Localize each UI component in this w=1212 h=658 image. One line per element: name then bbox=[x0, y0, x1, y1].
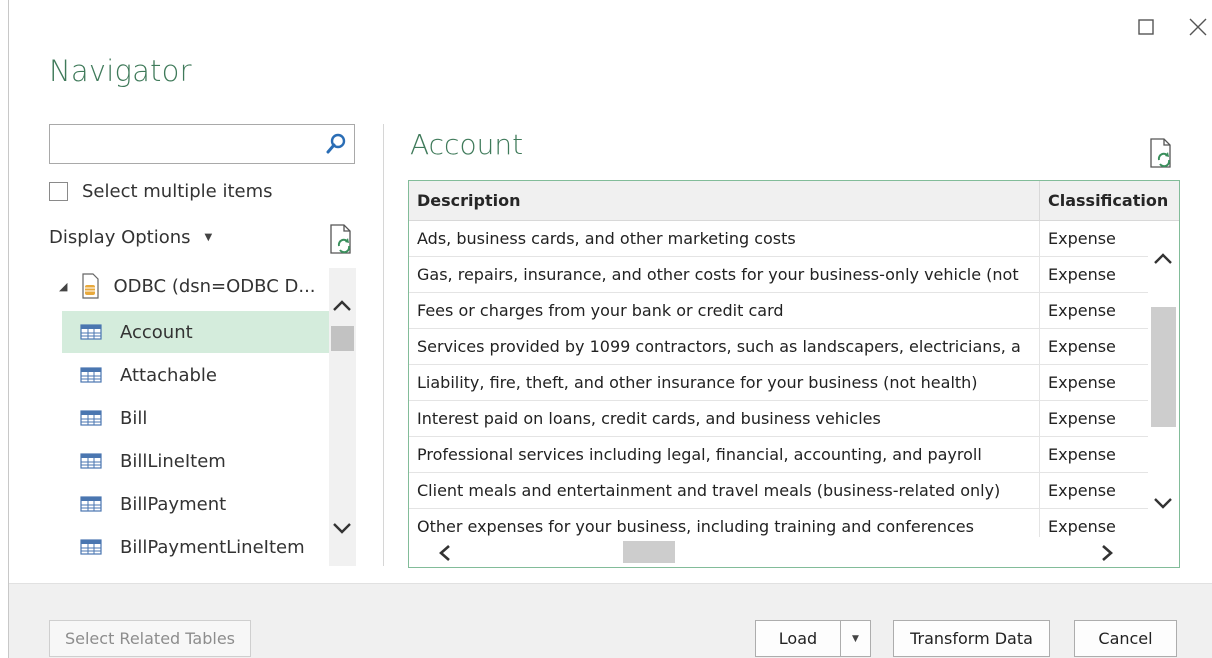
grid-vertical-scrollbar[interactable] bbox=[1148, 221, 1179, 537]
tree-item-billpaymentlineitem[interactable]: BillPaymentLineItem bbox=[62, 526, 329, 566]
grid-horizontal-scrollbar[interactable] bbox=[409, 537, 1179, 567]
table-icon bbox=[80, 410, 102, 426]
transform-data-button[interactable]: Transform Data bbox=[893, 620, 1050, 657]
table-icon bbox=[80, 324, 102, 340]
table-row[interactable]: Liability, fire, theft, and other insura… bbox=[409, 365, 1179, 401]
cell-classification: Expense bbox=[1048, 301, 1116, 320]
dialog-title: Navigator bbox=[49, 54, 192, 88]
display-options-dropdown[interactable]: Display Options ▼ bbox=[49, 227, 212, 248]
panel-divider bbox=[383, 124, 384, 566]
cell-description: Liability, fire, theft, and other insura… bbox=[409, 365, 1040, 400]
table-row[interactable]: Client meals and entertainment and trave… bbox=[409, 473, 1179, 509]
tree-item-bill[interactable]: Bill bbox=[62, 397, 329, 439]
tree-item-attachable[interactable]: Attachable bbox=[62, 354, 329, 396]
cell-description: Interest paid on loans, credit cards, an… bbox=[409, 401, 1040, 436]
chevron-down-icon[interactable] bbox=[332, 522, 352, 536]
cell-classification: Expense bbox=[1048, 265, 1116, 284]
maximize-button[interactable] bbox=[1131, 12, 1161, 42]
close-button[interactable] bbox=[1183, 12, 1212, 42]
table-icon bbox=[80, 496, 102, 512]
tree-item-label: BillPaymentLineItem bbox=[120, 536, 305, 558]
cell-classification: Expense bbox=[1048, 337, 1116, 356]
column-header-classification[interactable]: Classification bbox=[1040, 181, 1179, 220]
table-icon bbox=[80, 453, 102, 469]
tree-item-label: BillPayment bbox=[120, 493, 227, 515]
refresh-icon[interactable] bbox=[329, 224, 355, 254]
search-icon[interactable] bbox=[324, 132, 348, 156]
load-dropdown-button[interactable]: ▼ bbox=[840, 620, 871, 657]
chevron-down-icon[interactable] bbox=[1153, 497, 1173, 511]
grid-vscroll-thumb[interactable] bbox=[1151, 307, 1176, 427]
cell-description: Ads, business cards, and other marketing… bbox=[409, 221, 1040, 256]
select-related-tables-button[interactable]: Select Related Tables bbox=[49, 620, 251, 657]
navigator-tree: ◢ ODBC (dsn=ODBC D... Account Attachable… bbox=[49, 268, 356, 566]
cell-description: Services provided by 1099 contractors, s… bbox=[409, 329, 1040, 364]
dialog-footer: Select Related Tables Load ▼ Transform D… bbox=[9, 583, 1212, 658]
chevron-up-icon[interactable] bbox=[1153, 251, 1173, 265]
cell-classification: Expense bbox=[1048, 409, 1116, 428]
cell-classification: Expense bbox=[1048, 373, 1116, 392]
chevron-down-icon: ▼ bbox=[852, 633, 859, 644]
table-row[interactable]: Fees or charges from your bank or credit… bbox=[409, 293, 1179, 329]
cell-classification: Expense bbox=[1048, 229, 1116, 248]
table-row[interactable]: Services provided by 1099 contractors, s… bbox=[409, 329, 1179, 365]
search-box[interactable] bbox=[49, 124, 355, 164]
table-row[interactable]: Professional services including legal, f… bbox=[409, 437, 1179, 473]
column-header-description[interactable]: Description bbox=[409, 181, 1040, 220]
tree-item-billpayment[interactable]: BillPayment bbox=[62, 483, 329, 525]
tree-root-label: ODBC (dsn=ODBC D... bbox=[113, 275, 316, 297]
cancel-button[interactable]: Cancel bbox=[1074, 620, 1177, 657]
preview-title: Account bbox=[410, 128, 524, 161]
maximize-icon bbox=[1138, 19, 1154, 35]
tree-item-account[interactable]: Account bbox=[62, 311, 329, 353]
tree-item-label: Bill bbox=[120, 407, 148, 429]
table-icon bbox=[80, 539, 102, 555]
tree-item-label: BillLineItem bbox=[120, 450, 226, 472]
load-button[interactable]: Load bbox=[755, 620, 841, 657]
chevron-right-icon[interactable] bbox=[1101, 544, 1115, 562]
chevron-up-icon[interactable] bbox=[332, 298, 352, 312]
display-options-label: Display Options bbox=[49, 227, 191, 248]
search-input[interactable] bbox=[50, 125, 320, 163]
select-multiple-label: Select multiple items bbox=[82, 181, 273, 202]
table-row[interactable]: Interest paid on loans, credit cards, an… bbox=[409, 401, 1179, 437]
expand-triangle-icon[interactable]: ◢ bbox=[59, 280, 67, 293]
table-row[interactable]: Gas, repairs, insurance, and other costs… bbox=[409, 257, 1179, 293]
database-icon bbox=[82, 273, 100, 299]
cell-description: Client meals and entertainment and trave… bbox=[409, 473, 1040, 508]
chevron-down-icon: ▼ bbox=[204, 232, 213, 243]
cell-classification: Expense bbox=[1048, 481, 1116, 500]
cell-description: Fees or charges from your bank or credit… bbox=[409, 293, 1040, 328]
cell-description: Professional services including legal, f… bbox=[409, 437, 1040, 472]
table-icon bbox=[80, 367, 102, 383]
tree-scrollbar-thumb[interactable] bbox=[331, 326, 354, 351]
close-icon bbox=[1189, 18, 1207, 36]
select-multiple-checkbox[interactable] bbox=[49, 182, 68, 201]
tree-item-label: Attachable bbox=[120, 364, 217, 386]
tree-item-billlineitem[interactable]: BillLineItem bbox=[62, 440, 329, 482]
tree-root-odbc[interactable]: ◢ ODBC (dsn=ODBC D... bbox=[59, 273, 316, 299]
chevron-left-icon[interactable] bbox=[437, 544, 451, 562]
cell-description: Gas, repairs, insurance, and other costs… bbox=[409, 257, 1040, 292]
grid-hscroll-thumb[interactable] bbox=[623, 541, 675, 563]
table-row[interactable]: Ads, business cards, and other marketing… bbox=[409, 221, 1179, 257]
navigator-dialog: Navigator Select multiple items Display … bbox=[8, 0, 1212, 658]
preview-grid: Description Classification Ads, business… bbox=[408, 180, 1180, 568]
tree-item-label: Account bbox=[120, 321, 193, 343]
grid-header-row: Description Classification bbox=[409, 181, 1179, 221]
select-multiple-row[interactable]: Select multiple items bbox=[49, 181, 273, 202]
tree-scrollbar[interactable] bbox=[329, 268, 356, 566]
cell-classification: Expense bbox=[1048, 445, 1116, 464]
refresh-icon[interactable] bbox=[1149, 138, 1175, 168]
